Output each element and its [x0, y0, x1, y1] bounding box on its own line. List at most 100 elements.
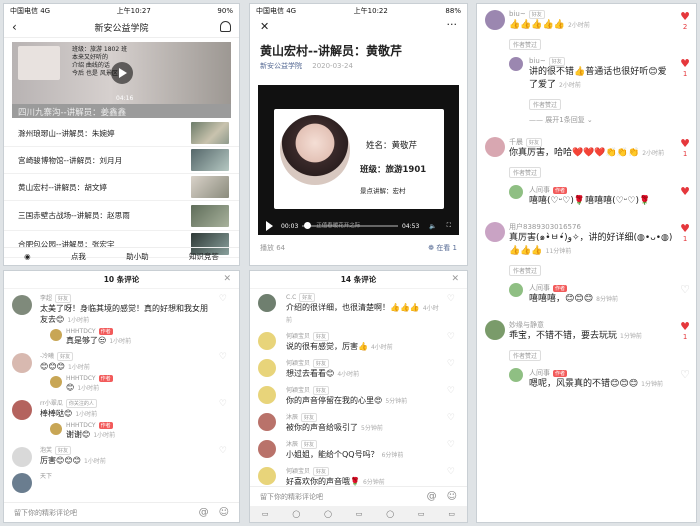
toolbar-icon[interactable]: ▭	[262, 510, 269, 518]
reply-item[interactable]: 人间事 作者 嘻嘻嘻，😊😊😊 8分钟前 ♡	[509, 283, 690, 306]
reply-item[interactable]: HHHTDCY 作者 真是够了😒 1小时前	[50, 328, 213, 347]
toolbar: ▭ ◯ ◯ ▭ ◯ ▭ ▭	[250, 506, 467, 522]
featured-video[interactable]: 班级：旅游 1802 班 本来又好听的 介绍 曲线的话 今后 也是 风景区 04…	[12, 42, 231, 104]
comment-item[interactable]: -冷曦 好友 😊😊😊 1小时前 ♡ HHHTDCY 作者 😊 1小时前	[12, 351, 233, 394]
comment-item[interactable]: 何颖宝贝 好友 好喜欢你的声音哦🌹 6分钟前 ♡	[258, 466, 461, 488]
comment-item[interactable]: 何颖宝贝 好友 你的声音停留在我的心里😍 5分钟前 ♡	[258, 385, 461, 407]
comment-item[interactable]: 沐辰 好友 小姐姐，能给个QQ号吗？ 6分钟前 ♡	[258, 439, 461, 461]
reply-item[interactable]: biu~ 好友 讲的很不错👍普通话也很好听😊爱了爱了 2小时前 作者赞过 ♥ 1	[509, 57, 690, 111]
author-liked-pill: 作者赞过	[509, 39, 542, 50]
comment-input[interactable]: 留下你的精彩评论吧 @ ☺	[4, 502, 239, 522]
like-icon[interactable]: ♡	[680, 369, 690, 380]
like-icon[interactable]: ♡	[447, 441, 455, 450]
emoji-icon[interactable]: ☺	[447, 491, 457, 502]
play-icon[interactable]	[110, 62, 133, 84]
comment-item[interactable]: 泡芙 好友 厉害😊😊😊 1小时前 ♡	[12, 445, 233, 467]
toolbar-icon[interactable]: ◯	[386, 510, 394, 518]
carrier-text: 中国电信 4G	[256, 7, 297, 15]
video-controls: 00:03 正值春暖花开之际 04:53 🔈 ⛶	[258, 217, 459, 235]
nav-bar: ‹ 新安公益学院	[4, 18, 239, 38]
comment-item[interactable]: 妙缘与静意 乖宝，不错不错，要去玩玩 1分钟前 作者赞过 ♥ 1 人间事 作者 嗯呢，…	[485, 320, 690, 391]
toolbar-icon[interactable]: ◯	[324, 510, 332, 518]
article-video[interactable]: 姓名：黄敬芹 班级：旅游1901 景点讲解：宏村 00:03 正值春暖花开之际 …	[258, 85, 459, 235]
like-icon[interactable]: ♥ 1	[680, 321, 690, 342]
avatar	[258, 294, 276, 312]
toolbar-icon[interactable]: ◯	[292, 510, 300, 518]
list-item[interactable]: 三国赤壁古战场--讲解员：赵思雨	[4, 201, 239, 231]
close-icon[interactable]: ✕	[223, 274, 231, 284]
like-icon[interactable]: ♥ 1	[680, 58, 690, 79]
like-icon[interactable]: ♡	[680, 284, 690, 295]
like-icon[interactable]: ♥ 1	[680, 223, 690, 244]
like-icon[interactable]: ♥	[680, 186, 690, 197]
reply-item[interactable]: 人间事 作者 嗯呢，风景真的不错😊😊😊 1分钟前 ♡	[509, 368, 690, 391]
emoji-icon[interactable]: ☺	[219, 507, 229, 518]
like-icon[interactable]: ♡	[219, 400, 227, 409]
avatar	[50, 376, 62, 388]
comment-item[interactable]: 天下	[12, 471, 233, 493]
volume-icon[interactable]: 🔈	[429, 223, 436, 230]
video-thumbnail	[191, 176, 229, 198]
profile-icon[interactable]	[220, 21, 231, 32]
mention-icon[interactable]: @	[427, 491, 437, 502]
avatar	[258, 440, 276, 458]
like-icon[interactable]: ♥ 2	[680, 11, 690, 32]
toolbar-icon[interactable]: ▭	[448, 510, 455, 518]
comment-item[interactable]: C.C 好友 介绍的很详细，也很清楚啊！👍👍👍 4小时前 ♡	[258, 293, 461, 326]
expand-replies-link[interactable]: —— 展开1条回复 ⌄	[529, 115, 688, 125]
comment-item[interactable]: 何颖宝贝 好友 说的很有感觉，厉害👍 4小时前 ♡	[258, 331, 461, 353]
reply-item[interactable]: HHHTDCY 作者 谢谢😊 1小时前	[50, 422, 213, 441]
toolbar-icon[interactable]: ▭	[356, 510, 363, 518]
list-item[interactable]: 滁州琅琊山--讲解员：朱婉婷	[4, 120, 239, 147]
tab-helper[interactable]: 助小助	[126, 251, 149, 262]
tab-click-me[interactable]: 点我	[71, 251, 86, 262]
comment-item[interactable]: 何颖宝贝 好友 想过去看看😊 4小时前 ♡	[258, 358, 461, 380]
comment-item[interactable]: 用户8389303016576 真厉害(๑•̀ㅂ•́)و✧，讲的好详细(◍•ᴗ•…	[485, 222, 690, 306]
list-item[interactable]: 黄山宏村--讲解员：胡文婷	[4, 174, 239, 201]
like-icon[interactable]: ♡	[447, 295, 455, 304]
comment-item[interactable]: 沐辰 好友 被你的声音给吸引了 5分钟前 ♡	[258, 412, 461, 434]
reply-item[interactable]: HHHTDCY 作者 😊 1小时前	[50, 375, 213, 394]
list-item[interactable]: 宫崎骏博物馆--讲解员：刘月月	[4, 147, 239, 174]
comment-item[interactable]: 千晨 好友 你真厉害，哈哈❤️❤️❤️👏👏👏 2小时前 作者赞过 ♥ 1 人间事 作者 …	[485, 137, 690, 208]
like-icon[interactable]: ♡	[447, 414, 455, 423]
back-icon[interactable]: ‹	[12, 20, 17, 34]
comments-header: 10 条评论 ✕	[4, 271, 239, 289]
presenter-photo	[280, 115, 350, 185]
like-icon[interactable]: ♡	[447, 333, 455, 342]
video-list: 滁州琅琊山--讲解员：朱婉婷 宫崎骏博物馆--讲解员：刘月月 黄山宏村--讲解员…	[4, 120, 239, 258]
tab-quiz[interactable]: 知识竞答	[189, 251, 219, 262]
more-icon[interactable]: ···	[447, 18, 458, 31]
publish-date: 2020-03-24	[312, 62, 353, 70]
watching-button[interactable]: ❁ 在看 1	[428, 243, 457, 253]
close-icon[interactable]: ✕	[260, 20, 269, 33]
play-icon[interactable]	[266, 221, 273, 231]
comment-input[interactable]: 留下你的精彩评论吧 @ ☺	[250, 486, 467, 506]
comments-header: 14 条评论 ✕	[250, 271, 467, 289]
avatar	[12, 447, 32, 467]
featured-caption[interactable]: 四川九寨沟--讲解员：姜鑫鑫	[12, 104, 231, 118]
progress-handle[interactable]	[304, 222, 312, 229]
avatar	[258, 467, 276, 485]
like-icon[interactable]: ♥ 1	[680, 138, 690, 159]
like-icon[interactable]: ♡	[219, 353, 227, 362]
toolbar-icon[interactable]: ▭	[418, 510, 425, 518]
comment-item[interactable]: rr小翠瓜 你关注的人 棒棒哒😊 1小时前 ♡ HHHTDCY 作者 谢谢😊 1小时前	[12, 398, 233, 441]
mention-icon[interactable]: @	[199, 507, 209, 518]
author-link[interactable]: 新安公益学院	[260, 62, 302, 70]
like-icon[interactable]: ♡	[219, 295, 227, 304]
comment-item[interactable]: 李超 好友 太美了呀！身临其境的感觉！真的好想和我女朋友去😊 1小时前 ♡ HHHT…	[12, 293, 233, 347]
fullscreen-icon[interactable]: ⛶	[447, 222, 451, 230]
reply-item[interactable]: 人间事 作者 嘻嘻(♡ᵕ♡)🌹嘻嘻嘻(♡ᵕ♡)🌹 ♥	[509, 185, 690, 208]
like-icon[interactable]: ♡	[447, 468, 455, 477]
close-icon[interactable]: ✕	[451, 274, 459, 284]
like-icon[interactable]: ♡	[219, 447, 227, 456]
progress-bar[interactable]: 正值春暖花开之际	[302, 222, 399, 229]
like-icon[interactable]: ♡	[447, 360, 455, 369]
like-icon[interactable]: ♡	[447, 387, 455, 396]
carrier-text: 中国电信 4G	[10, 7, 51, 15]
presenter-photo	[18, 46, 60, 80]
home-tab[interactable]: ◉	[24, 252, 31, 261]
comment-item[interactable]: biu~ 好友 👍👍👍👍👍 2小时前 作者赞过 ♥ 2 biu~ 好友 讲的很不错👍普通…	[485, 10, 690, 125]
avatar	[12, 295, 32, 315]
